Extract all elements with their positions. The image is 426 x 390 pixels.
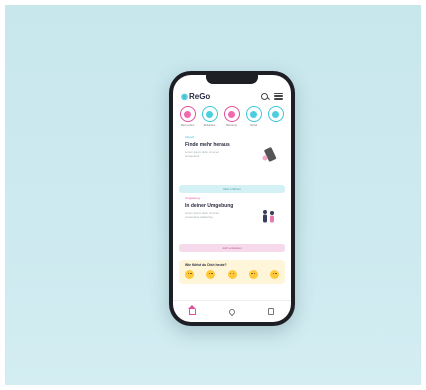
document-icon bbox=[268, 308, 275, 315]
menu-icon[interactable] bbox=[274, 92, 283, 100]
mood-face-icon[interactable] bbox=[227, 270, 237, 279]
card-text: Lorem ipsum dolor sit amet consectetur a… bbox=[185, 211, 219, 219]
mood-panel: Wie fühlst du Dich heute? bbox=[179, 260, 285, 284]
category-icon bbox=[272, 110, 279, 118]
info-card[interactable]: Umgebung In deiner Umgebung Lorem ipsum … bbox=[179, 196, 285, 252]
category-label: Beratung bbox=[226, 124, 237, 127]
tab-notes[interactable] bbox=[267, 308, 275, 316]
phone-frame: ◉ ReGo Mein Leben Einkaufen Beratung Soz… bbox=[169, 71, 295, 326]
app-logo[interactable]: ◉ ReGo bbox=[181, 92, 210, 101]
tab-bar bbox=[173, 300, 291, 322]
card-tag: Aktuell bbox=[185, 135, 195, 139]
phone-illustration-icon bbox=[262, 147, 277, 162]
top-bar-actions bbox=[261, 92, 283, 100]
mood-question: Wie fühlst du Dich heute? bbox=[185, 263, 227, 267]
home-icon bbox=[188, 305, 197, 315]
card-button[interactable]: Jetzt entdecken bbox=[179, 244, 285, 252]
category-item[interactable]: Sozial bbox=[245, 106, 262, 127]
mood-face-icon[interactable] bbox=[185, 270, 194, 279]
category-icon bbox=[184, 110, 191, 118]
mood-face-icon[interactable] bbox=[270, 270, 279, 279]
category-label: Sozial bbox=[249, 124, 258, 127]
info-card[interactable]: Aktuell Finde mehr heraus Lorem ipsum do… bbox=[179, 135, 285, 193]
search-icon[interactable] bbox=[261, 92, 268, 100]
category-item[interactable]: Beratung bbox=[223, 106, 240, 127]
category-ring bbox=[223, 106, 240, 122]
background: ◉ ReGo Mein Leben Einkaufen Beratung Soz… bbox=[5, 5, 421, 385]
phone-notch bbox=[206, 75, 258, 84]
card-button[interactable]: Mehr erfahren bbox=[179, 185, 285, 193]
logo-mark-icon: ◉ bbox=[181, 91, 188, 101]
category-icon bbox=[250, 110, 257, 118]
category-label: Mein Leben bbox=[180, 124, 195, 127]
category-ring bbox=[179, 106, 196, 122]
category-item[interactable]: Mein Leben bbox=[179, 106, 196, 127]
tab-map[interactable] bbox=[227, 307, 237, 316]
people-illustration-icon bbox=[263, 210, 274, 223]
category-row: Mein Leben Einkaufen Beratung Sozial bbox=[179, 106, 291, 127]
top-bar: ◉ ReGo bbox=[181, 90, 283, 102]
category-ring bbox=[201, 106, 218, 122]
category-ring bbox=[245, 106, 262, 122]
category-icon bbox=[206, 110, 213, 118]
card-tag: Umgebung bbox=[185, 196, 200, 200]
mood-face-icon[interactable] bbox=[206, 270, 216, 279]
app-screen: ◉ ReGo Mein Leben Einkaufen Beratung Soz… bbox=[173, 75, 291, 322]
category-item[interactable]: Einkaufen bbox=[201, 106, 218, 127]
category-item[interactable] bbox=[267, 106, 284, 127]
map-pin-icon bbox=[227, 307, 237, 316]
mood-options bbox=[185, 270, 279, 279]
mood-face-icon[interactable] bbox=[248, 270, 258, 279]
card-text: Lorem ipsum dolor sit amet consectetur bbox=[185, 150, 219, 158]
app-name: ReGo bbox=[188, 91, 211, 101]
category-icon bbox=[228, 110, 235, 118]
category-label: Einkaufen bbox=[203, 124, 216, 127]
tab-home[interactable] bbox=[188, 305, 197, 316]
category-ring bbox=[267, 106, 284, 122]
